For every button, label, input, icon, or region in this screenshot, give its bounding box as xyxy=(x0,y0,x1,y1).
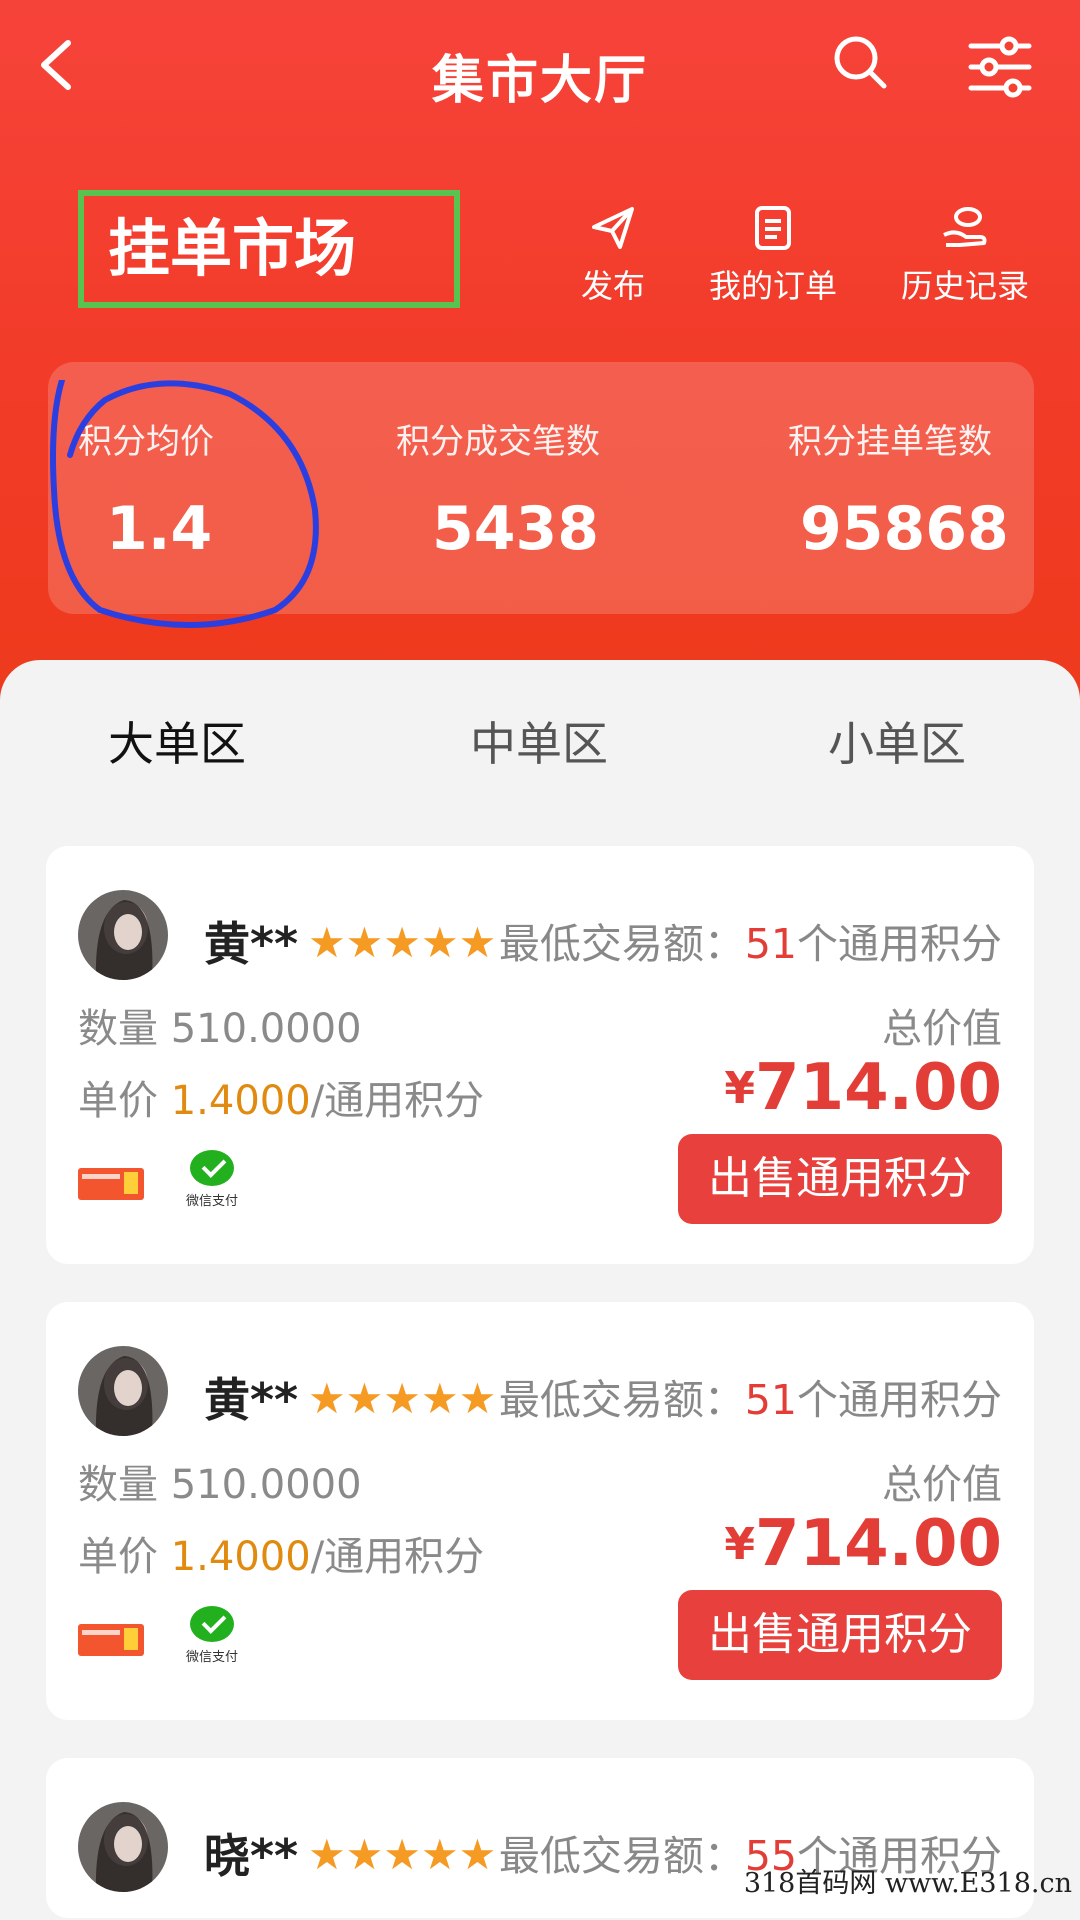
search-icon[interactable] xyxy=(830,32,890,92)
my-orders-label: 我的订单 xyxy=(708,267,837,305)
promo-badge-icon xyxy=(78,1624,144,1656)
tab-large-orders[interactable]: 大单区 xyxy=(108,708,246,774)
document-icon xyxy=(755,206,791,250)
min-trade-unit: 个通用积分 xyxy=(797,1376,1002,1424)
history-hand-icon xyxy=(943,207,987,247)
total-value: ¥714.00 xyxy=(724,1051,1002,1125)
paper-plane-icon xyxy=(592,207,634,249)
unit-price-label: 单价 xyxy=(78,1534,158,1580)
sell-points-button[interactable]: 出售通用积分 xyxy=(678,1590,1002,1680)
order-card: 黄** ★★★★★ 最低交易额：51个通用积分 数量 510.0000 单价 1… xyxy=(46,846,1034,1264)
total-amount: 714.00 xyxy=(755,1051,1002,1125)
listing-count-value: 95868 xyxy=(800,494,1009,564)
promo-badge-icon xyxy=(78,1168,144,1200)
currency-symbol: ¥ xyxy=(724,1519,756,1570)
min-trade-amount: 最低交易额：51个通用积分 xyxy=(499,910,1002,970)
tab-medium-orders[interactable]: 中单区 xyxy=(470,708,608,774)
top-navigation-bar: 集市大厅 xyxy=(0,0,1080,140)
wechat-pay-icon xyxy=(190,1150,234,1186)
total-value-label: 总价值 xyxy=(882,1006,1002,1052)
order-card: 黄** ★★★★★ 最低交易额：51个通用积分 数量 510.0000 单价 1… xyxy=(46,1302,1034,1720)
wechat-pay-option: 微信支付 xyxy=(182,1606,242,1665)
wechat-pay-option: 微信支付 xyxy=(182,1150,242,1209)
quantity-label: 数量 xyxy=(78,1006,158,1052)
quantity-value: 510.0000 xyxy=(170,1006,362,1052)
min-trade-value: 51 xyxy=(744,1376,797,1424)
page-title: 集市大厅 xyxy=(431,51,648,111)
unit-price: 单价 1.4000/通用积分 xyxy=(78,1068,484,1126)
wechat-pay-label: 微信支付 xyxy=(185,1650,238,1665)
min-trade-label: 最低交易额： xyxy=(498,920,745,968)
history-label: 历史记录 xyxy=(900,267,1029,305)
avatar xyxy=(78,1346,168,1436)
total-value-label: 总价值 xyxy=(882,1462,1002,1508)
unit-price-unit: /通用积分 xyxy=(310,1534,485,1580)
seller-name: 黄** xyxy=(204,917,299,971)
seller-name: 晓** xyxy=(204,1829,299,1883)
quantity: 数量 510.0000 xyxy=(78,996,362,1054)
min-trade-label: 最低交易额： xyxy=(498,1832,745,1880)
publish-label: 发布 xyxy=(580,267,645,305)
deal-count-label: 积分成交笔数 xyxy=(396,422,600,462)
wechat-pay-icon xyxy=(190,1606,234,1642)
min-trade-unit: 个通用积分 xyxy=(797,920,1002,968)
unit-price-value: 1.4000 xyxy=(170,1078,311,1124)
min-trade-label: 最低交易额： xyxy=(498,1376,745,1424)
wechat-pay-label: 微信支付 xyxy=(185,1194,238,1209)
publish-button[interactable]: 发布 xyxy=(580,205,646,307)
min-trade-value: 51 xyxy=(744,920,797,968)
deal-count-value: 5438 xyxy=(432,494,599,564)
filter-settings-icon[interactable] xyxy=(965,32,1035,102)
market-section-title: 挂单市场 xyxy=(78,190,460,308)
unit-price-label: 单价 xyxy=(78,1078,158,1124)
avatar xyxy=(78,890,168,980)
avatar xyxy=(78,1802,168,1892)
quantity-value: 510.0000 xyxy=(170,1462,362,1508)
unit-price-value: 1.4000 xyxy=(170,1534,311,1580)
my-orders-button[interactable]: 我的订单 xyxy=(706,205,840,307)
rating-stars: ★★★★★ xyxy=(308,918,497,967)
rating-stars: ★★★★★ xyxy=(308,1830,497,1879)
watermark: 318首码网 www.E318.cn xyxy=(743,1868,1072,1899)
listing-count-label: 积分挂单笔数 xyxy=(788,422,992,462)
min-trade-amount: 最低交易额：51个通用积分 xyxy=(499,1366,1002,1426)
avg-price-value: 1.4 xyxy=(106,494,213,564)
unit-price-unit: /通用积分 xyxy=(310,1078,485,1124)
unit-price: 单价 1.4000/通用积分 xyxy=(78,1524,484,1582)
quantity-label: 数量 xyxy=(78,1462,158,1508)
currency-symbol: ¥ xyxy=(724,1063,756,1114)
seller-name: 黄** xyxy=(204,1373,299,1427)
rating-stars: ★★★★★ xyxy=(308,1374,497,1423)
stats-panel: 积分均价 1.4 积分成交笔数 5438 积分挂单笔数 95868 xyxy=(48,362,1034,614)
total-amount: 714.00 xyxy=(755,1507,1002,1581)
quantity: 数量 510.0000 xyxy=(78,1452,362,1510)
avg-price-label: 积分均价 xyxy=(78,422,214,462)
sell-points-button[interactable]: 出售通用积分 xyxy=(678,1134,1002,1224)
total-value: ¥714.00 xyxy=(724,1507,1002,1581)
history-button[interactable]: 历史记录 xyxy=(898,205,1032,307)
tab-small-orders[interactable]: 小单区 xyxy=(828,708,966,774)
